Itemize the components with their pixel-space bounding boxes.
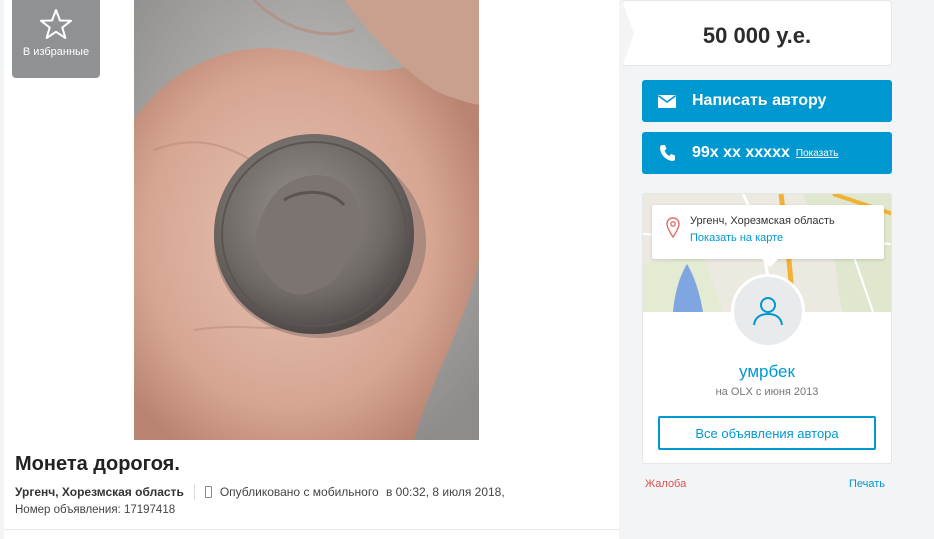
published-prefix: Опубликовано с мобильного [219,485,379,499]
map-location-text: Ургенч, Хорезмская область [690,215,835,227]
phone-number: 99x xx xxxxx [692,144,790,161]
write-author-button[interactable]: Написать автору [642,80,892,122]
envelope-icon [656,90,678,112]
add-to-favorites-button[interactable]: В избранные [12,0,100,78]
map-pin-icon [666,217,680,239]
seller-since: на OLX с июня 2013 [715,386,819,398]
seller-name[interactable]: умрбек [643,362,891,382]
price-value: 50 000 у.е. [702,23,812,48]
ad-title: Монета дорогоя. [15,453,180,475]
price-box: 50 000 у.е. [622,0,892,67]
published-info: Опубликовано с мобильного в 00:32, 8 июл… [220,485,509,499]
ad-number: Номер объявления: 17197418 [15,504,176,516]
show-on-map-link[interactable]: Показать на карте [690,232,783,244]
user-icon [753,297,783,326]
phone-button[interactable]: 99x xx xxxxx Показать [642,132,892,174]
mobile-phone-icon [204,486,212,498]
phone-icon [656,142,678,164]
all-author-ads-button[interactable]: Все объявления автора [658,416,876,450]
map-popup: Ургенч, Хорезмская область Показать на к… [652,205,884,267]
ad-photo[interactable] [134,0,479,440]
ad-city: Ургенч, Хорезмская область [15,485,184,499]
published-time: в 00:32, 8 июля 2018, [385,485,505,499]
seller-avatar[interactable] [731,274,805,348]
seller-card: Ургенч, Хорезмская область Показать на к… [642,193,892,464]
star-icon [40,9,72,39]
print-link[interactable]: Печать [849,478,885,490]
ad-meta: Ургенч, Хорезмская область Опубликовано … [15,484,509,500]
content-divider [4,529,619,530]
favorites-label: В избранные [22,46,90,58]
show-phone-link[interactable]: Показать [796,148,839,159]
complaint-link[interactable]: Жалоба [645,478,686,490]
write-author-label: Написать автору [692,92,827,109]
coin-photo-image [134,0,479,440]
meta-divider [193,484,195,500]
